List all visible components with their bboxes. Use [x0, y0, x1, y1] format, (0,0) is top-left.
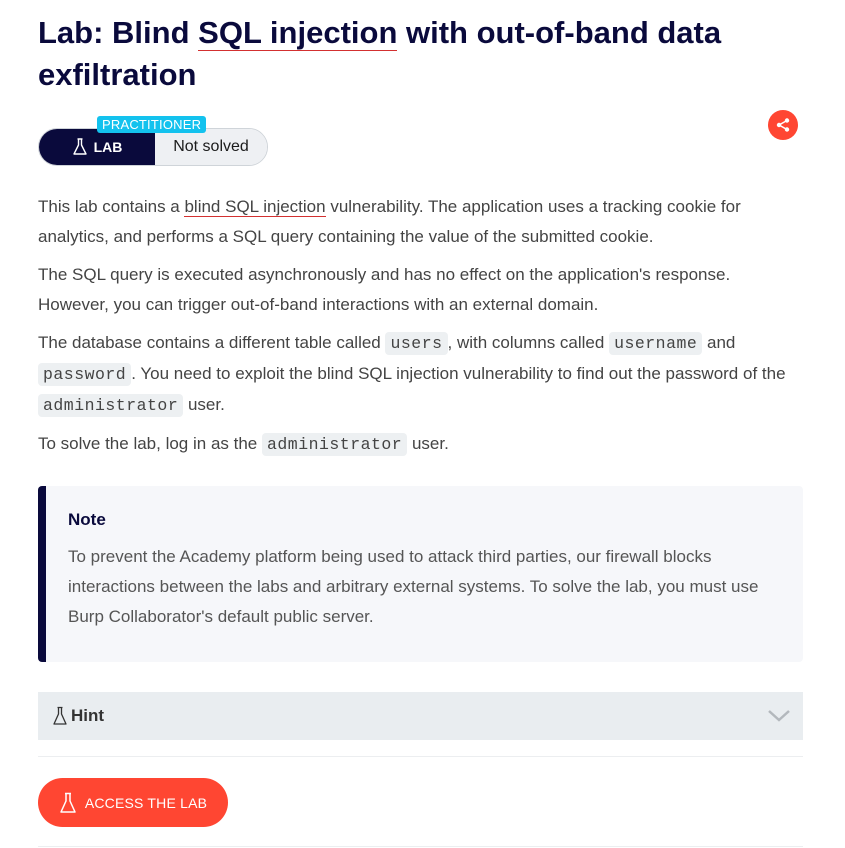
- blind-sql-injection-link[interactable]: blind SQL injection: [184, 197, 326, 217]
- flask-icon: [53, 706, 67, 725]
- share-button[interactable]: [768, 110, 798, 140]
- code-users: users: [385, 332, 448, 355]
- description-paragraph: The SQL query is executed asynchronously…: [38, 265, 731, 314]
- solved-status: Not solved: [155, 129, 267, 165]
- access-lab-button[interactable]: ACCESS THE LAB: [38, 778, 228, 827]
- share-icon: [776, 118, 790, 132]
- code-password: password: [38, 363, 132, 386]
- description-paragraph: This lab contains a blind SQL injection …: [38, 197, 741, 246]
- flask-icon: [60, 792, 76, 813]
- divider: [38, 756, 803, 757]
- page-title: Lab: Blind SQL injection with out-of-ban…: [38, 15, 722, 92]
- flask-icon: [72, 138, 87, 155]
- description-paragraph: To solve the lab, log in as the administ…: [38, 433, 449, 456]
- lab-description: This lab contains a blind SQL injection …: [38, 192, 803, 468]
- lab-status-badge: LAB Not solved PRACTITIONER: [38, 116, 268, 166]
- description-paragraph: The database contains a different table …: [38, 332, 786, 417]
- lab-label: LAB: [39, 129, 155, 165]
- code-administrator: administrator: [38, 394, 184, 417]
- divider: [38, 846, 803, 847]
- access-lab-label: ACCESS THE LAB: [84, 794, 208, 811]
- level-badge: PRACTITIONER: [97, 116, 207, 133]
- note-text: To prevent the Academy platform being us…: [68, 547, 759, 626]
- chevron-down-icon: [768, 710, 790, 722]
- note-heading: Note: [68, 510, 106, 529]
- sql-injection-link[interactable]: SQL injection: [198, 15, 398, 51]
- code-administrator: administrator: [261, 433, 408, 456]
- code-username: username: [609, 332, 703, 355]
- note-box: Note To prevent the Academy platform bei…: [38, 486, 803, 662]
- hint-label: Hint: [71, 706, 105, 725]
- hint-toggle[interactable]: Hint: [38, 692, 803, 740]
